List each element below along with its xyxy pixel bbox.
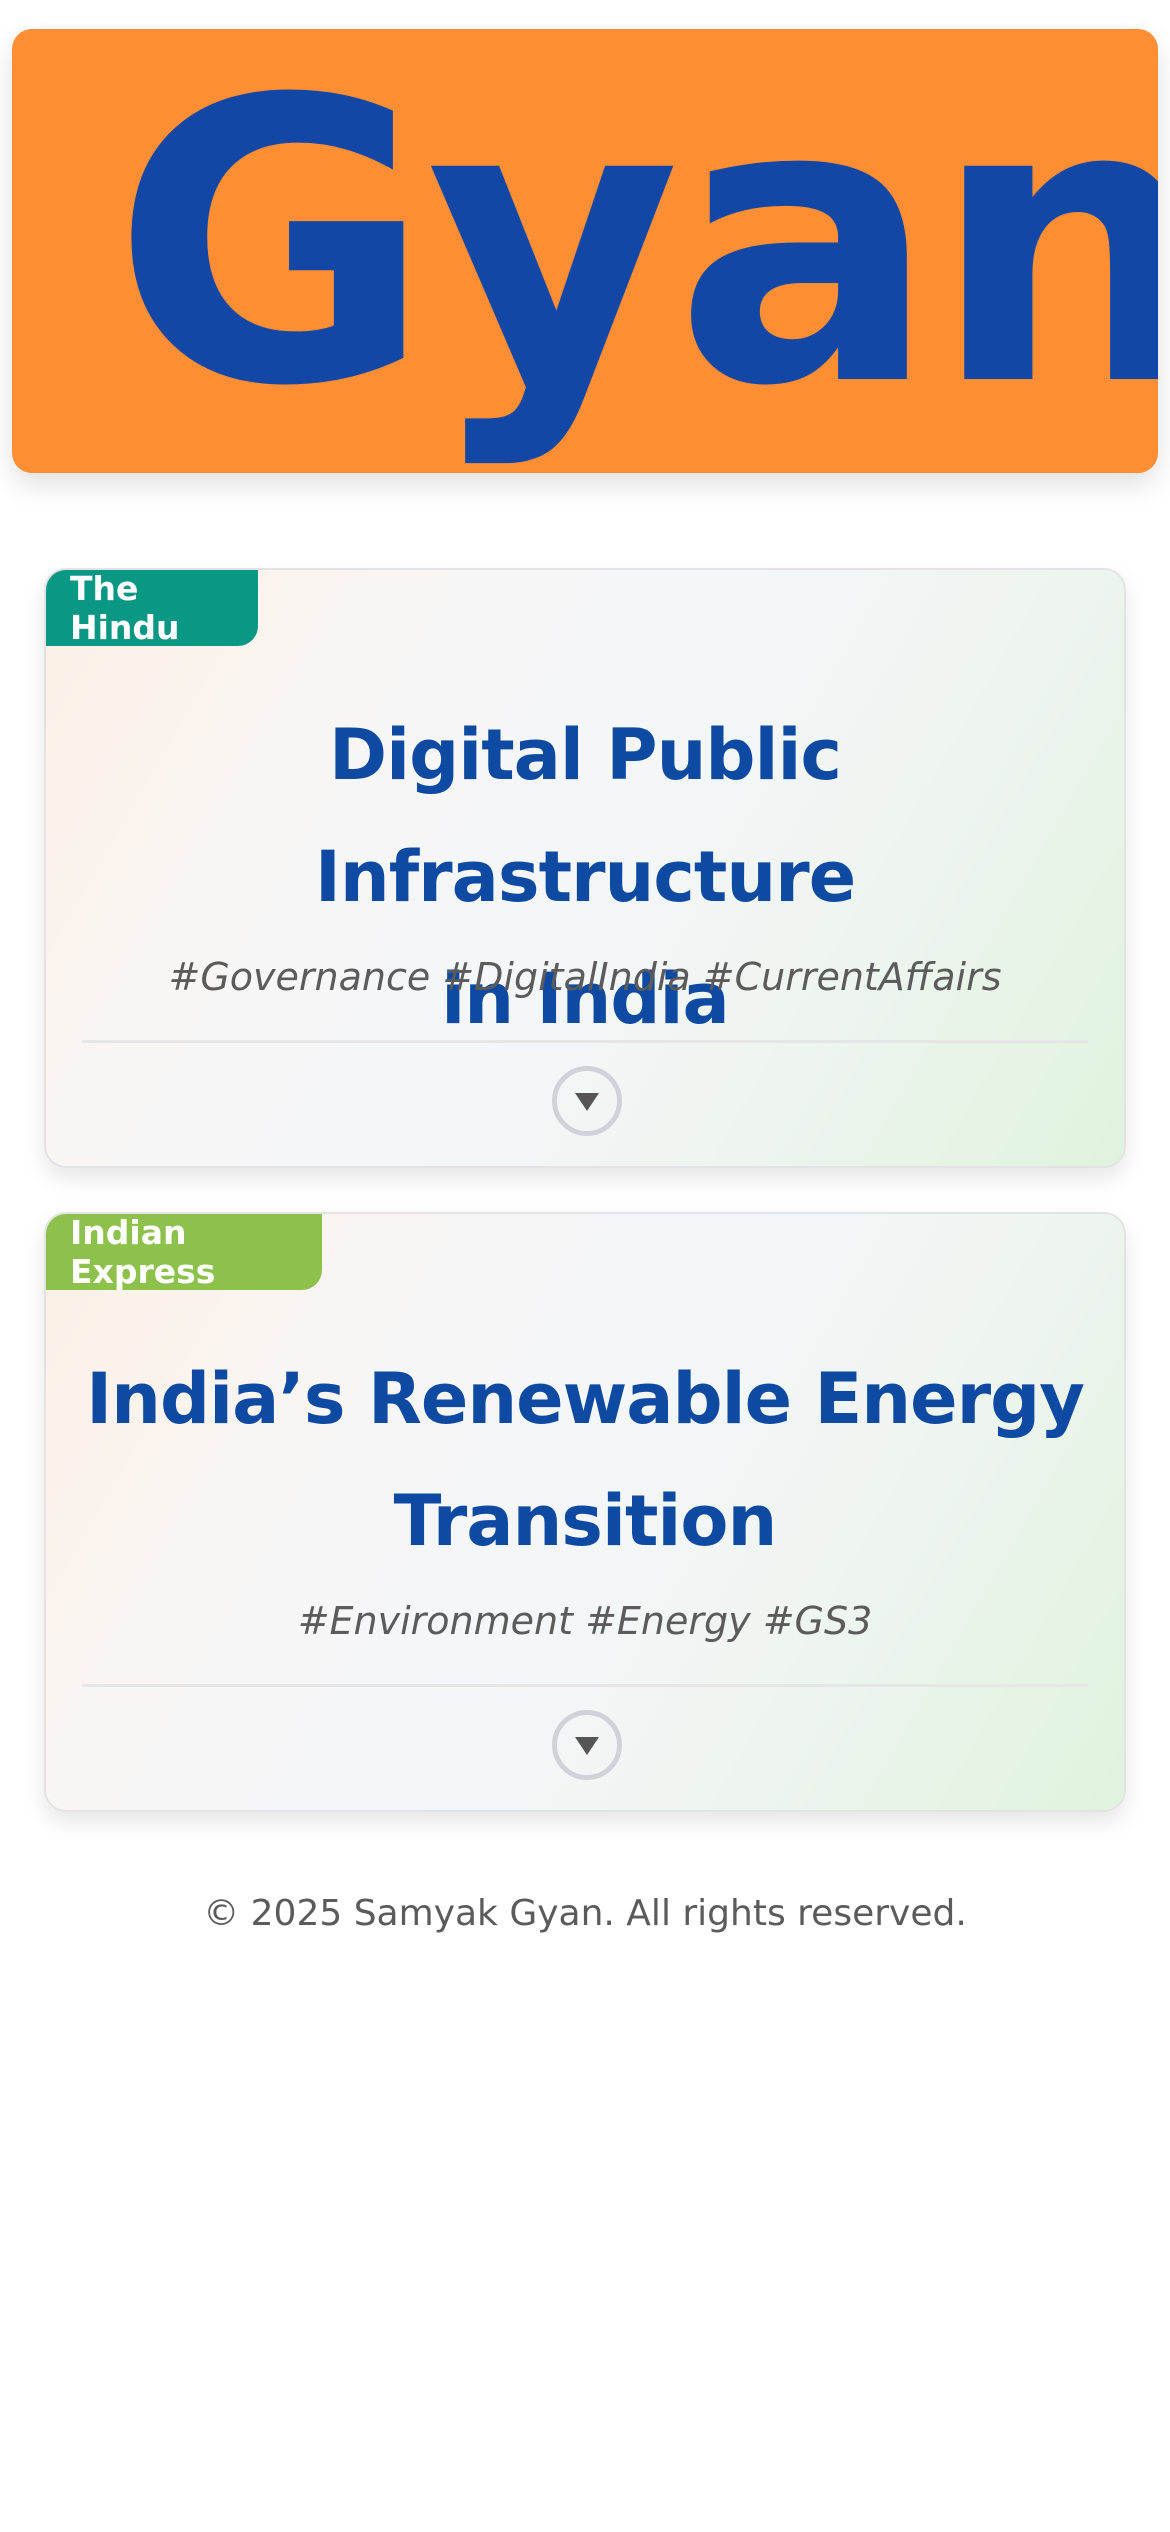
brand-banner: Gyan — [12, 29, 1158, 473]
article-title-line: Digital Public Infrastructure — [314, 714, 856, 918]
chevron-down-icon — [575, 1093, 599, 1111]
divider — [82, 1040, 1088, 1043]
expand-button[interactable] — [552, 1710, 622, 1780]
article-title-line: Transition — [393, 1480, 778, 1562]
source-badge: The Hindu — [46, 570, 258, 647]
chevron-down-icon — [575, 1737, 599, 1755]
article-title[interactable]: Digital Public Infrastructure in India — [66, 694, 1104, 1060]
article-title[interactable]: India’s Renewable Energy Transition — [66, 1338, 1104, 1582]
source-badge: Indian Express — [46, 1214, 322, 1291]
logo-text: Gyan — [112, 29, 1158, 471]
footer-copyright: © 2025 Samyak Gyan. All rights reserved. — [203, 1893, 967, 1934]
article-tags: #Environment #Energy #GS3 — [297, 1599, 873, 1643]
article-tags: #Governance #DigitalIndia #CurrentAffair… — [168, 955, 1002, 999]
article-title-line: India’s Renewable Energy — [86, 1358, 1085, 1440]
article-card[interactable]: The Hindu Digital Public Infrastructure … — [44, 568, 1126, 1168]
divider — [82, 1684, 1088, 1687]
brand-logo: Gyan — [112, 29, 1158, 471]
expand-button[interactable] — [552, 1066, 622, 1136]
article-card[interactable]: Indian Express India’s Renewable Energy … — [44, 1212, 1126, 1812]
